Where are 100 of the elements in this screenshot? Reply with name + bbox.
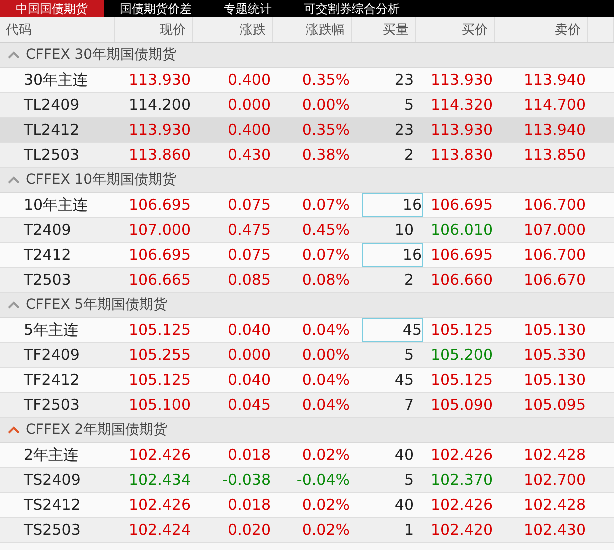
column-header[interactable]: 现价 (115, 17, 193, 42)
table-cell-text: 113.930 (128, 120, 192, 141)
table-cell-text: 5 (403, 470, 415, 491)
table-row[interactable]: TL2412 113.930 0.400 0.35% 23 113.930 113.940 (0, 118, 614, 143)
table-cell-text: 0.45% (301, 220, 351, 241)
table-cell-text: 0.430 (227, 145, 272, 166)
table-cell-text: 107.000 (128, 220, 192, 241)
table-cell-text: 114.700 (522, 95, 587, 116)
column-header[interactable]: 买价 (416, 17, 495, 42)
table-cell-text: 106.695 (128, 195, 192, 216)
table-cell-text: 0.085 (227, 270, 272, 291)
table-cell-text: 0.38% (301, 145, 351, 166)
table-cell-text: 23 (394, 120, 415, 141)
table-cell-text: 102.430 (522, 520, 587, 541)
column-header[interactable]: 卖价 (495, 17, 588, 42)
table-cell-text: 0.400 (227, 120, 272, 141)
table-cell-text: 0.00% (301, 95, 351, 116)
table-row[interactable]: TL2409 114.200 0.000 0.00% 5 114.320 114.700 (0, 93, 614, 118)
table-cell-text: 105.130 (522, 320, 587, 341)
table-cell-text: 0.04% (301, 320, 351, 341)
table-cell-text: 102.428 (522, 445, 587, 466)
table-cell-text: 102.426 (430, 445, 494, 466)
tab[interactable]: 中国国债期货 (0, 0, 104, 17)
table-cell-text: 105.125 (430, 370, 494, 391)
table-cell-text: 7 (403, 395, 415, 416)
table-cell-text: 0.02% (301, 445, 351, 466)
table-cell-text: 113.850 (522, 145, 587, 166)
table-cell-text: 0.02% (301, 495, 351, 516)
table-cell-text: 5 (403, 345, 415, 366)
table-cell-text: 102.426 (128, 495, 192, 516)
table-cell-text: 10年主连 (23, 194, 90, 216)
table-cell-text: T2412 (23, 245, 72, 266)
table-cell-text: 102.426 (128, 445, 192, 466)
table-cell-text: 105.125 (128, 320, 192, 341)
table-cell-text: 0.04% (301, 395, 351, 416)
table-cell-text: 2 (403, 145, 415, 166)
table-cell-text: T2503 (23, 270, 72, 291)
table-cell: 16 (362, 243, 423, 267)
column-header[interactable]: 涨跌 (193, 17, 273, 42)
table-cell-text: 107.000 (522, 220, 587, 241)
group-header[interactable]: CFFEX 5年期国债期货 (0, 293, 614, 318)
caret-icon[interactable] (8, 176, 20, 184)
table-cell-text: 114.320 (430, 95, 494, 116)
table-cell-text: 30年主连 (23, 70, 90, 90)
table-cell: 45 (362, 318, 423, 342)
table-cell-text: 0.02% (301, 520, 351, 541)
table-cell-text: 5年主连 (23, 320, 80, 340)
table-row[interactable]: TL2503 113.860 0.430 0.38% 2 113.830 113.850 (0, 143, 614, 168)
table-cell-text: 0.07% (301, 245, 351, 266)
table-row[interactable]: 10年主连 106.695 0.075 0.07% 16 106.695 106.700 (0, 193, 614, 218)
caret-icon[interactable] (8, 426, 20, 434)
table-cell-text: 102.424 (128, 520, 192, 541)
table-cell-text: 0.00% (301, 345, 351, 366)
table-cell-text: 113.930 (430, 120, 494, 141)
table-cell-text: 106.670 (522, 270, 587, 291)
table-cell-text: 0.000 (227, 95, 272, 116)
table-cell-text: 113.940 (522, 120, 587, 141)
column-header[interactable]: 代码 (0, 17, 115, 42)
table-cell-text: 114.200 (128, 95, 192, 116)
table-row[interactable]: TF2409 105.255 0.000 0.00% 5 105.200 105.330 (0, 343, 614, 368)
group-header[interactable]: CFFEX 10年期国债期货 (0, 168, 614, 193)
table-cell-text: 0.475 (227, 220, 272, 241)
caret-icon[interactable] (8, 301, 20, 309)
table-cell-text: 102.370 (430, 470, 494, 491)
table-cell-text: 0.35% (301, 70, 351, 91)
group-title: CFFEX 30年期国债期货 (26, 46, 177, 64)
table-cell-text: T2409 (23, 220, 72, 241)
table-cell-text: 106.700 (522, 195, 587, 216)
caret-icon[interactable] (8, 51, 20, 59)
table-cell-text: 113.940 (522, 70, 587, 91)
table-row[interactable]: 5年主连 105.125 0.040 0.04% 45 105.125 105.130 (0, 318, 614, 343)
table-row[interactable]: TS2409 102.434 -0.038 -0.04% 5 102.370 102.700 (0, 468, 614, 493)
table-row[interactable]: T2503 106.665 0.085 0.08% 2 106.660 106.670 (0, 268, 614, 293)
table-cell-text: -0.038 (222, 470, 272, 491)
group-title: CFFEX 10年期国债期货 (26, 171, 177, 189)
table-cell-text: 102.434 (128, 470, 192, 491)
table-cell-text: 40 (394, 445, 415, 466)
table-cell-text: 2 (403, 270, 415, 291)
table-cell-text: 105.330 (522, 345, 587, 366)
table-cell-text: 0.040 (227, 370, 272, 391)
table-cell: 16 (362, 193, 423, 217)
table-row[interactable]: TF2503 105.100 0.045 0.04% 7 105.090 105.095 (0, 393, 614, 418)
table-cell-text: 0.07% (301, 195, 351, 216)
group-header[interactable]: CFFEX 2年期国债期货 (0, 418, 614, 443)
table-cell-text: TS2409 (23, 470, 82, 491)
table-cell-text: 1 (403, 520, 415, 541)
table-cell-text: 0.045 (227, 395, 272, 416)
table-cell-text: TF2503 (23, 395, 81, 416)
table-cell-text: 105.100 (128, 395, 192, 416)
table-cell-text: 113.830 (430, 145, 494, 166)
table-cell-text: 106.700 (522, 245, 587, 266)
table-row[interactable]: T2412 106.695 0.075 0.07% 16 106.695 106.700 (0, 243, 614, 268)
table-row[interactable]: T2409 107.000 0.475 0.45% 10 106.010 107.000 (0, 218, 614, 243)
column-header[interactable]: 涨跌幅 (273, 17, 352, 42)
table-cell-text: 113.930 (430, 70, 494, 91)
table-cell-text: 23 (394, 70, 415, 91)
table-row[interactable]: TS2503 102.424 0.020 0.02% 1 102.420 102.430 (0, 518, 614, 543)
column-header[interactable]: 买量 (352, 17, 416, 42)
table-cell-text: 106.665 (128, 270, 192, 291)
group-header[interactable]: CFFEX 30年期国债期货 (0, 43, 614, 68)
